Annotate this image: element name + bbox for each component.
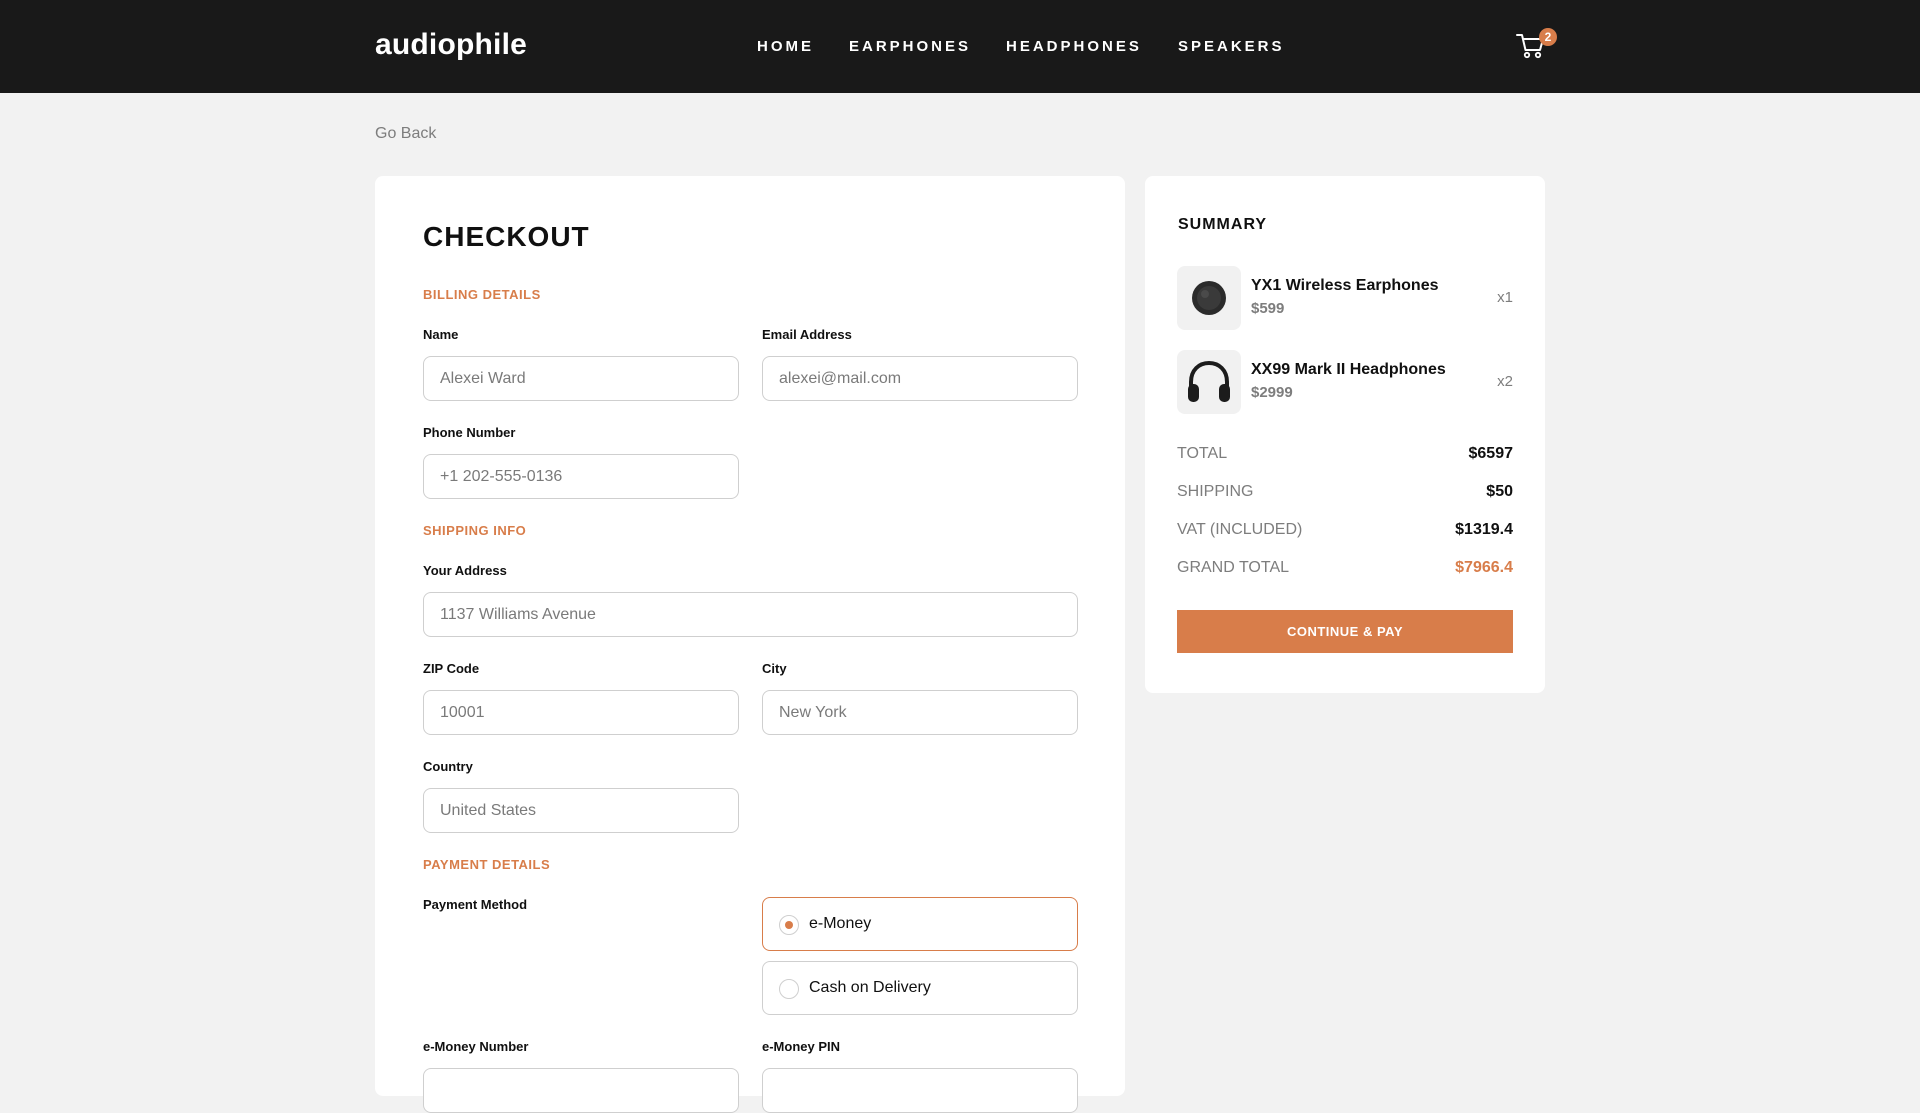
vat-label: VAT (INCLUDED) <box>1177 521 1303 538</box>
emoney-number-field-group: e-Money Number <box>423 1039 739 1113</box>
email-field-group: Email Address <box>762 327 1078 401</box>
city-field-group: City <box>762 661 1078 735</box>
payment-method-label: Payment Method <box>423 897 528 912</box>
phone-label: Phone Number <box>423 425 516 440</box>
total-value: $6597 <box>1468 445 1514 462</box>
item-thumbnail <box>1177 350 1241 414</box>
item-name: YX1 Wireless Earphones <box>1251 277 1439 294</box>
nav-earphones[interactable]: EARPHONES <box>849 38 971 55</box>
name-input[interactable] <box>423 356 739 401</box>
summary-title: SUMMARY <box>1178 216 1268 233</box>
emoney-number-label: e-Money Number <box>423 1039 529 1054</box>
zip-field-group: ZIP Code <box>423 661 739 735</box>
grand-total-value: $7966.4 <box>1455 559 1513 576</box>
city-label: City <box>762 661 787 676</box>
payment-details-heading: PAYMENT DETAILS <box>423 857 551 872</box>
cart-button[interactable]: 2 <box>1516 28 1557 62</box>
main-nav: HOME EARPHONES HEADPHONES SPEAKERS <box>0 38 1920 58</box>
nav-home[interactable]: HOME <box>757 38 814 55</box>
summary-item: XX99 Mark II Headphones $2999 x2 <box>1177 350 1513 414</box>
address-field-group: Your Address <box>423 563 1078 637</box>
go-back-link[interactable]: Go Back <box>375 125 436 143</box>
radio-selected-icon <box>779 915 799 935</box>
email-input[interactable] <box>762 356 1078 401</box>
payment-option-label: Cash on Delivery <box>809 979 931 996</box>
earphones-icon <box>1192 281 1226 315</box>
summary-item: YX1 Wireless Earphones $599 x1 <box>1177 266 1513 330</box>
emoney-number-input[interactable] <box>423 1068 739 1113</box>
total-label: TOTAL <box>1177 445 1228 462</box>
address-input[interactable] <box>423 592 1078 637</box>
emoney-pin-field-group: e-Money PIN <box>762 1039 1078 1113</box>
page-title: CHECKOUT <box>423 221 590 252</box>
item-price: $2999 <box>1251 384 1293 401</box>
country-field-group: Country <box>423 759 739 833</box>
checkout-form: CHECKOUT BILLING DETAILS Name Email Addr… <box>375 176 1125 1113</box>
radio-unselected-icon <box>779 979 799 999</box>
payment-option-cash[interactable]: Cash on Delivery <box>762 961 1078 1015</box>
country-input[interactable] <box>423 788 739 833</box>
address-label: Your Address <box>423 563 507 578</box>
emoney-pin-label: e-Money PIN <box>762 1039 841 1054</box>
item-price: $599 <box>1251 300 1285 317</box>
item-quantity: x1 <box>1497 289 1513 306</box>
nav-headphones[interactable]: HEADPHONES <box>1006 38 1142 55</box>
item-name: XX99 Mark II Headphones <box>1251 361 1446 378</box>
phone-input[interactable] <box>423 454 739 499</box>
payment-option-emoney[interactable]: e-Money <box>762 897 1078 951</box>
payment-option-label: e-Money <box>809 915 872 932</box>
phone-field-group: Phone Number <box>423 425 739 499</box>
item-quantity: x2 <box>1497 373 1513 390</box>
grand-total-label: GRAND TOTAL <box>1177 559 1290 576</box>
billing-details-heading: BILLING DETAILS <box>423 287 541 302</box>
name-label: Name <box>423 327 459 342</box>
zip-input[interactable] <box>423 690 739 735</box>
cart-count-badge: 2 <box>1539 28 1557 46</box>
shipping-value: $50 <box>1486 483 1513 500</box>
shipping-label: SHIPPING <box>1177 483 1254 500</box>
grand-total-row: GRAND TOTAL $7966.4 <box>1177 559 1513 579</box>
continue-and-pay-button[interactable]: CONTINUE & PAY <box>1177 610 1513 653</box>
shipping-row: SHIPPING $50 <box>1177 483 1513 503</box>
country-label: Country <box>423 759 473 774</box>
site-header: audiophile HOME EARPHONES HEADPHONES SPE… <box>0 0 1920 93</box>
zip-label: ZIP Code <box>423 661 480 676</box>
item-thumbnail <box>1177 266 1241 330</box>
city-input[interactable] <box>762 690 1078 735</box>
nav-speakers[interactable]: SPEAKERS <box>1178 38 1285 55</box>
vat-row: VAT (INCLUDED) $1319.4 <box>1177 521 1513 541</box>
total-row: TOTAL $6597 <box>1177 445 1513 465</box>
headphones-icon <box>1188 360 1230 402</box>
order-summary: SUMMARY YX1 Wireless Earphones $599 x1 X… <box>1145 176 1545 693</box>
emoney-pin-input[interactable] <box>762 1068 1078 1113</box>
shipping-info-heading: SHIPPING INFO <box>423 523 527 538</box>
email-label: Email Address <box>762 327 852 342</box>
vat-value: $1319.4 <box>1455 521 1513 538</box>
name-field-group: Name <box>423 327 739 401</box>
